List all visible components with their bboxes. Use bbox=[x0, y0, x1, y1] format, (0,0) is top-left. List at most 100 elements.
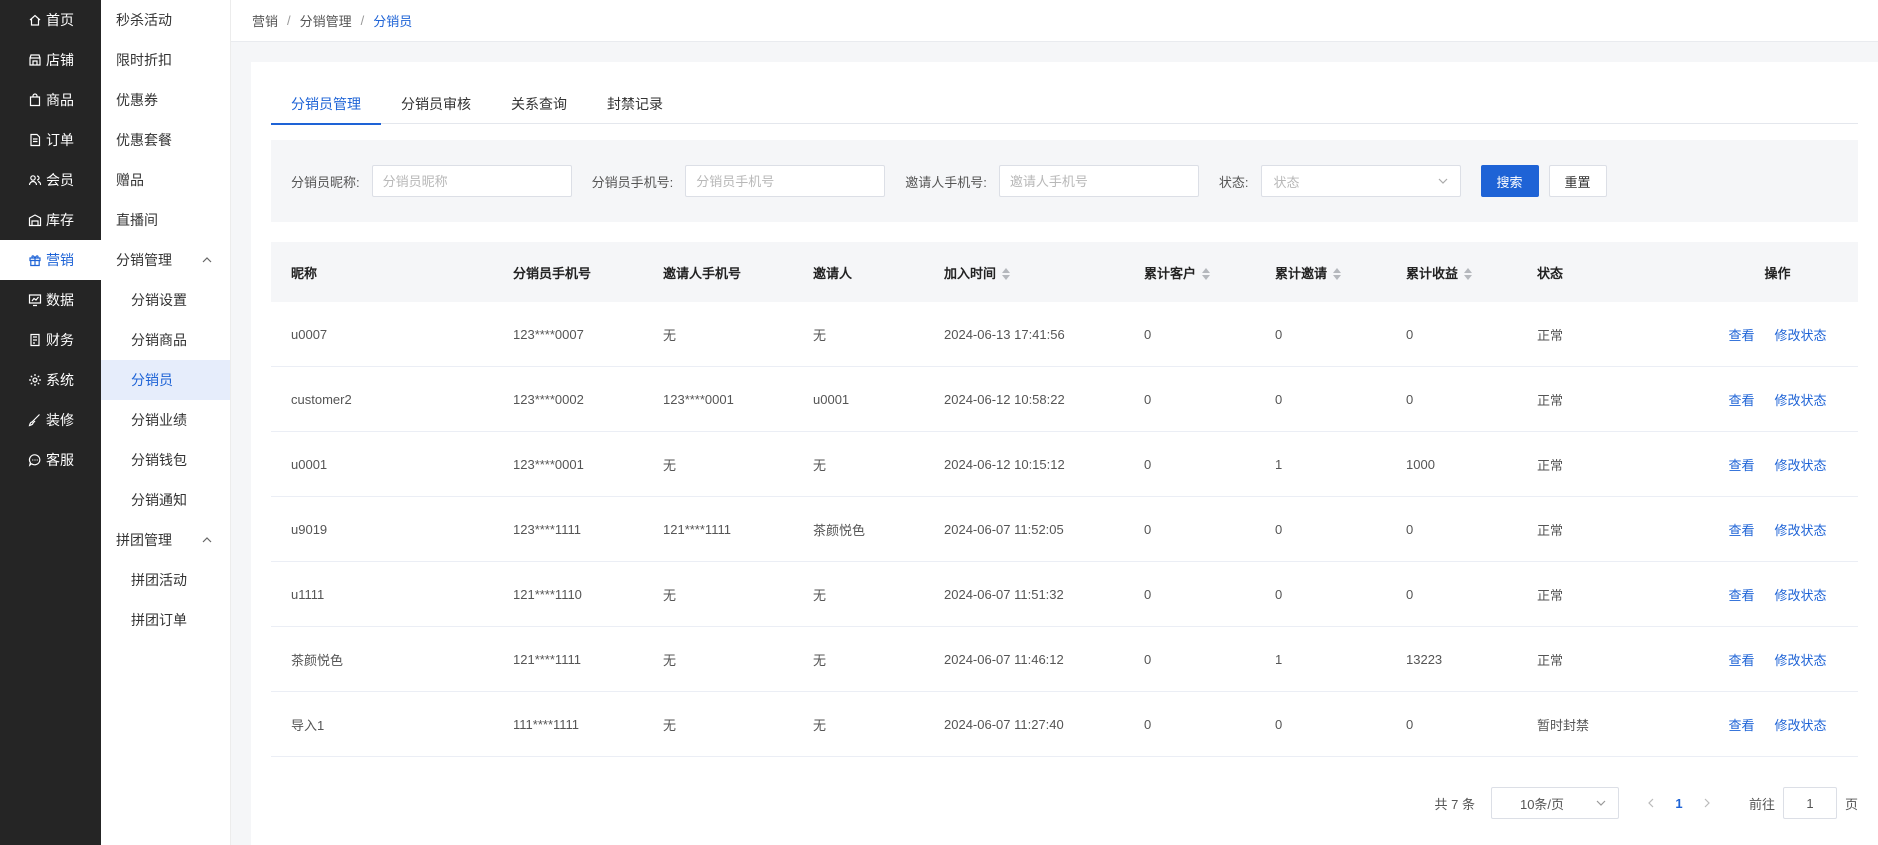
submenu-item-3[interactable]: 优惠套餐 bbox=[101, 120, 230, 160]
cell-inviter-phone: 无 bbox=[663, 457, 677, 473]
submenu-item-14[interactable]: 拼团活动 bbox=[101, 560, 230, 600]
goto-page-input[interactable] bbox=[1782, 787, 1837, 819]
view-link[interactable]: 查看 bbox=[1728, 325, 1754, 344]
edit-status-link[interactable]: 修改状态 bbox=[1775, 650, 1827, 669]
sort-icon[interactable] bbox=[1202, 268, 1211, 281]
status-select[interactable]: 状态 bbox=[1260, 165, 1461, 197]
header-total-invites-label: 累计邀请 bbox=[1275, 265, 1328, 281]
goto-label: 前往 bbox=[1748, 796, 1775, 812]
table-row: customer2 123****0002 123****0001 u0001 2024… bbox=[271, 367, 1858, 432]
next-page-button[interactable] bbox=[1693, 798, 1721, 808]
cell-inviter: 无 bbox=[813, 652, 827, 668]
submenu-item-label: 拼团管理 bbox=[116, 532, 172, 548]
reset-button[interactable]: 重置 bbox=[1548, 165, 1607, 197]
nav-item-10[interactable]: 装修 bbox=[0, 400, 101, 440]
submenu-item-7[interactable]: 分销设置 bbox=[101, 280, 230, 320]
prev-page-button[interactable] bbox=[1637, 798, 1665, 808]
nav-item-7[interactable]: 数据 bbox=[0, 280, 101, 320]
status-label: 状态: bbox=[1218, 174, 1249, 190]
view-link[interactable]: 查看 bbox=[1728, 650, 1754, 669]
breadcrumb-item-distribution[interactable]: 分销管理 bbox=[300, 11, 352, 30]
nav-item-3[interactable]: 订单 bbox=[0, 120, 101, 160]
tab-relation-query[interactable]: 关系查询 bbox=[491, 84, 587, 124]
sort-icon[interactable] bbox=[1002, 268, 1011, 281]
cell-nickname: u0001 bbox=[291, 456, 328, 472]
nav-item-label: 营销 bbox=[46, 252, 74, 268]
submenu-item-15[interactable]: 拼团订单 bbox=[101, 600, 230, 640]
cell-total-invites: 0 bbox=[1275, 521, 1283, 537]
cell-inviter-phone: 无 bbox=[663, 652, 677, 668]
nav-item-5[interactable]: 库存 bbox=[0, 200, 101, 240]
sort-icon[interactable] bbox=[1464, 268, 1473, 281]
header-join-time[interactable]: 加入时间 bbox=[924, 263, 1124, 282]
nav-item-11[interactable]: 客服 bbox=[0, 440, 101, 480]
edit-status-link[interactable]: 修改状态 bbox=[1775, 455, 1827, 474]
view-link[interactable]: 查看 bbox=[1728, 390, 1754, 409]
nav-item-label: 店铺 bbox=[46, 52, 74, 68]
cell-nickname: customer2 bbox=[291, 391, 352, 407]
submenu-item-label: 分销员 bbox=[131, 372, 173, 388]
nickname-input[interactable] bbox=[371, 165, 572, 197]
nav-item-4[interactable]: 会员 bbox=[0, 160, 101, 200]
page-size-select[interactable]: 10条/页 bbox=[1490, 787, 1619, 819]
view-link[interactable]: 查看 bbox=[1728, 455, 1754, 474]
submenu-item-12[interactable]: 分销通知 bbox=[101, 480, 230, 520]
table-body: u0007 123****0007 无无 2024-06-13 17:41:56 0 0 0… bbox=[271, 302, 1858, 757]
cell-total-earnings: 0 bbox=[1406, 326, 1414, 342]
submenu-item-8[interactable]: 分销商品 bbox=[101, 320, 230, 360]
nav-item-1[interactable]: 店铺 bbox=[0, 40, 101, 80]
submenu-item-4[interactable]: 赠品 bbox=[101, 160, 230, 200]
phone-input[interactable] bbox=[685, 165, 886, 197]
page-number-current[interactable]: 1 bbox=[1665, 796, 1693, 811]
nav-item-9[interactable]: 系统 bbox=[0, 360, 101, 400]
cell-phone: 123****0002 bbox=[513, 391, 584, 407]
view-link[interactable]: 查看 bbox=[1728, 520, 1754, 539]
view-link[interactable]: 查看 bbox=[1728, 715, 1754, 734]
submenu-item-label: 分销商品 bbox=[131, 332, 187, 348]
chevron-up-icon bbox=[202, 257, 212, 263]
submenu-item-9[interactable]: 分销员 bbox=[101, 360, 230, 400]
submenu-item-5[interactable]: 直播间 bbox=[101, 200, 230, 240]
cell-inviter-phone: 无 bbox=[663, 717, 677, 733]
header-inviter-phone: 邀请人手机号 bbox=[663, 265, 742, 281]
header-total-earnings[interactable]: 累计收益 bbox=[1386, 263, 1517, 282]
header-total-earnings-label: 累计收益 bbox=[1406, 265, 1459, 281]
gift-icon bbox=[28, 253, 42, 267]
cell-status: 正常 bbox=[1537, 457, 1564, 473]
submenu-item-10[interactable]: 分销业绩 bbox=[101, 400, 230, 440]
view-link[interactable]: 查看 bbox=[1728, 585, 1754, 604]
nav-item-6[interactable]: 营销 bbox=[0, 240, 101, 280]
submenu-item-6[interactable]: 分销管理 bbox=[101, 240, 230, 280]
tab-distributor-review[interactable]: 分销员审核 bbox=[381, 84, 491, 124]
breadcrumb-item-marketing[interactable]: 营销 bbox=[252, 11, 278, 30]
submenu-item-0[interactable]: 秒杀活动 bbox=[101, 0, 230, 40]
cell-total-earnings: 0 bbox=[1406, 521, 1414, 537]
cell-inviter: 茶颜悦色 bbox=[813, 522, 866, 538]
header-total-customers[interactable]: 累计客户 bbox=[1124, 263, 1255, 282]
tab-distributor-management[interactable]: 分销员管理 bbox=[271, 84, 381, 125]
header-total-invites[interactable]: 累计邀请 bbox=[1255, 263, 1386, 282]
main-nav: 首页店铺商品 订单会员库存营销数据 财务 系统 装修 客服 bbox=[0, 0, 101, 845]
cell-inviter: 无 bbox=[813, 587, 827, 603]
edit-status-link[interactable]: 修改状态 bbox=[1775, 390, 1827, 409]
nav-item-0[interactable]: 首页 bbox=[0, 0, 101, 40]
warehouse-icon bbox=[28, 213, 42, 227]
nav-item-8[interactable]: 财务 bbox=[0, 320, 101, 360]
inviter-phone-input[interactable] bbox=[998, 165, 1199, 197]
edit-status-link[interactable]: 修改状态 bbox=[1775, 325, 1827, 344]
nav-item-2[interactable]: 商品 bbox=[0, 80, 101, 120]
submenu-item-label: 拼团订单 bbox=[131, 612, 187, 628]
tab-ban-records[interactable]: 封禁记录 bbox=[587, 84, 683, 124]
sort-icon[interactable] bbox=[1333, 268, 1342, 281]
submenu-item-2[interactable]: 优惠券 bbox=[101, 80, 230, 120]
nav-item-label: 会员 bbox=[46, 172, 74, 188]
edit-status-link[interactable]: 修改状态 bbox=[1775, 715, 1827, 734]
submenu-item-1[interactable]: 限时折扣 bbox=[101, 40, 230, 80]
submenu-item-13[interactable]: 拼团管理 bbox=[101, 520, 230, 560]
submenu-item-11[interactable]: 分销钱包 bbox=[101, 440, 230, 480]
cell-total-invites: 0 bbox=[1275, 326, 1283, 342]
page-size-value: 10条/页 bbox=[1519, 796, 1565, 812]
edit-status-link[interactable]: 修改状态 bbox=[1775, 585, 1827, 604]
edit-status-link[interactable]: 修改状态 bbox=[1775, 520, 1827, 539]
search-button[interactable]: 搜索 bbox=[1480, 165, 1539, 197]
